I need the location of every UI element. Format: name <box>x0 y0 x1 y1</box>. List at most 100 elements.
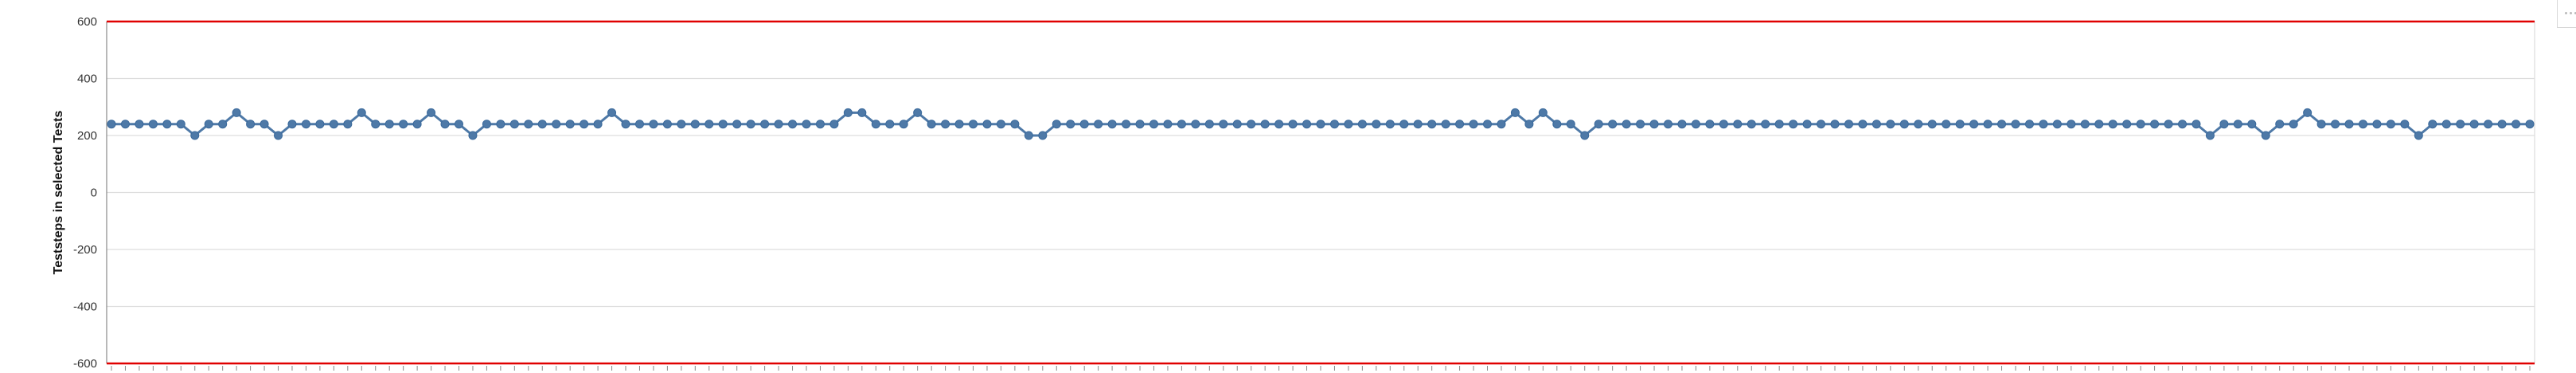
data-point <box>913 108 923 117</box>
data-point <box>1552 120 1562 129</box>
data-point <box>2331 120 2340 129</box>
data-point <box>662 120 672 129</box>
data-point <box>1441 120 1450 129</box>
data-point <box>1455 120 1465 129</box>
data-point <box>1872 120 1881 129</box>
data-point <box>1260 120 1270 129</box>
data-point <box>565 120 575 129</box>
data-point <box>1538 108 1548 117</box>
data-point <box>1594 120 1603 129</box>
data-point <box>1983 120 1992 129</box>
data-point <box>2067 120 2076 129</box>
data-point <box>1274 120 1284 129</box>
data-point <box>1899 120 1909 129</box>
data-point <box>690 120 700 129</box>
data-point <box>315 120 325 129</box>
data-point <box>2247 120 2257 129</box>
data-point <box>2289 120 2298 129</box>
data-point <box>1163 120 1173 129</box>
data-point <box>1344 120 1353 129</box>
data-point <box>176 120 185 129</box>
data-point <box>135 120 144 129</box>
data-point <box>1844 120 1853 129</box>
data-point <box>2456 120 2465 129</box>
data-point <box>899 120 908 129</box>
legend-dot <box>2570 12 2572 14</box>
data-point <box>162 120 172 129</box>
data-point <box>677 120 686 129</box>
data-point <box>2122 120 2132 129</box>
data-point <box>634 120 644 129</box>
data-point <box>1774 120 1784 129</box>
data-point <box>2344 120 2354 129</box>
data-point <box>2400 120 2410 129</box>
data-point <box>148 120 158 129</box>
data-point <box>2150 120 2160 129</box>
y-tick-label: -400 <box>73 300 97 314</box>
data-point <box>857 108 867 117</box>
data-point <box>1622 120 1631 129</box>
data-point <box>1010 120 1020 129</box>
data-point <box>1914 120 1923 129</box>
data-point <box>274 131 283 140</box>
data-point <box>1858 120 1868 129</box>
data-point <box>2386 120 2395 129</box>
data-point <box>593 120 603 129</box>
data-point <box>607 108 617 117</box>
data-point <box>829 120 839 129</box>
data-point <box>2414 131 2423 140</box>
data-point <box>1636 120 1645 129</box>
data-point <box>1802 120 1812 129</box>
data-point <box>427 108 436 117</box>
data-point <box>371 120 381 129</box>
data-point <box>580 120 589 129</box>
data-point <box>107 120 116 129</box>
data-point <box>2024 120 2034 129</box>
data-point <box>2080 120 2090 129</box>
data-point <box>788 120 798 129</box>
data-point <box>1107 120 1117 129</box>
data-point <box>2303 108 2313 117</box>
data-point <box>2484 120 2493 129</box>
data-point <box>2261 131 2270 140</box>
legend-toggle[interactable] <box>2557 0 2576 28</box>
data-point <box>1997 120 2007 129</box>
data-point <box>2372 120 2382 129</box>
data-point <box>2469 120 2479 129</box>
data-point <box>1969 120 1979 129</box>
data-point <box>1094 120 1103 129</box>
data-point <box>468 131 478 140</box>
data-point <box>440 120 450 129</box>
y-tick-label: -600 <box>73 357 97 371</box>
data-point <box>2441 120 2451 129</box>
data-point <box>343 120 353 129</box>
data-point <box>2039 120 2048 129</box>
data-point <box>1510 108 1520 117</box>
data-point <box>1830 120 1840 129</box>
data-point <box>1483 120 1493 129</box>
data-point <box>1066 120 1075 129</box>
data-point <box>2233 120 2242 129</box>
data-point <box>1817 120 1826 129</box>
data-point <box>1719 120 1728 129</box>
data-point <box>815 120 825 129</box>
data-point <box>384 120 394 129</box>
data-point <box>2497 120 2507 129</box>
data-point <box>412 120 422 129</box>
data-point <box>1608 120 1618 129</box>
data-point <box>2011 120 2020 129</box>
data-point <box>1135 120 1145 129</box>
data-point <box>232 108 241 117</box>
data-point <box>1079 120 1089 129</box>
data-point <box>2219 120 2229 129</box>
data-point <box>1413 120 1423 129</box>
data-point <box>190 131 200 140</box>
data-point <box>1761 120 1770 129</box>
data-point <box>2316 120 2326 129</box>
y-axis-title: Teststeps in selected Tests <box>52 111 65 275</box>
data-point <box>204 120 213 129</box>
data-point <box>1733 120 1743 129</box>
data-point <box>2192 120 2201 129</box>
data-point <box>454 120 463 129</box>
data-point <box>1955 120 1965 129</box>
